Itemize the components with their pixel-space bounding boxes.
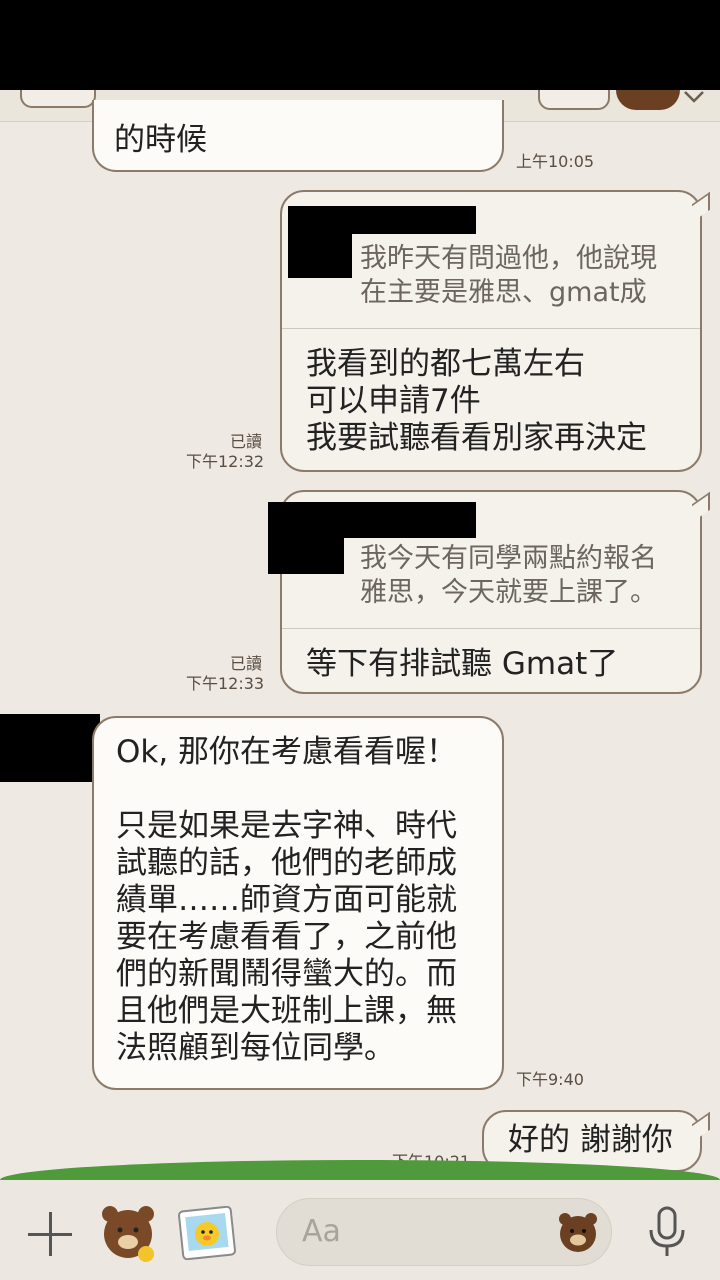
message-time: 上午10:05 bbox=[516, 152, 595, 171]
plus-icon[interactable] bbox=[28, 1212, 72, 1256]
message-text: 的時候 bbox=[114, 122, 207, 158]
reply-quote: 我昨天有問過他，他說現 在主要是雅思、gmat成 bbox=[360, 243, 657, 308]
message-input-placeholder: Aa bbox=[302, 1214, 341, 1249]
reply-quote: 我今天有同學兩點約報名 雅思，今天就要上課了。 bbox=[360, 543, 657, 608]
message-time: 下午12:33 bbox=[186, 674, 265, 693]
redacted-avatar bbox=[268, 502, 344, 574]
message-text: Ok, 那你在考慮看看喔！ 只是如果是去字神、時代 試聽的話，他們的老師成 績單… bbox=[116, 734, 458, 1066]
quote-divider bbox=[282, 328, 700, 329]
message-bubble-received[interactable]: 的時候 bbox=[92, 100, 504, 172]
header-action-button[interactable] bbox=[538, 90, 610, 110]
back-button[interactable] bbox=[20, 90, 96, 108]
message-text: 我看到的都七萬左右 可以申請7件 我要試聽看看別家再決定 bbox=[306, 346, 647, 456]
message-text: 等下有排試聽 Gmat了 bbox=[306, 646, 619, 682]
chevron-down-icon[interactable] bbox=[682, 90, 706, 104]
bear-sticker-icon[interactable] bbox=[616, 90, 680, 110]
emoji-icon[interactable] bbox=[556, 1210, 600, 1254]
message-time: 下午12:32 bbox=[186, 452, 265, 471]
redacted-status-area bbox=[0, 0, 720, 90]
redacted-avatar bbox=[288, 206, 352, 278]
quote-divider bbox=[282, 628, 700, 629]
message-bubble-received[interactable]: Ok, 那你在考慮看看喔！ 只是如果是去字神、時代 試聽的話，他們的老師成 績單… bbox=[92, 716, 504, 1090]
microphone-icon[interactable] bbox=[646, 1206, 688, 1258]
message-time: 下午9:40 bbox=[516, 1070, 584, 1089]
photo-sticker-icon[interactable] bbox=[178, 1206, 236, 1260]
message-text: 好的 謝謝你 bbox=[508, 1122, 673, 1158]
redacted-avatar bbox=[0, 714, 100, 782]
sticker-icon[interactable] bbox=[96, 1200, 160, 1264]
